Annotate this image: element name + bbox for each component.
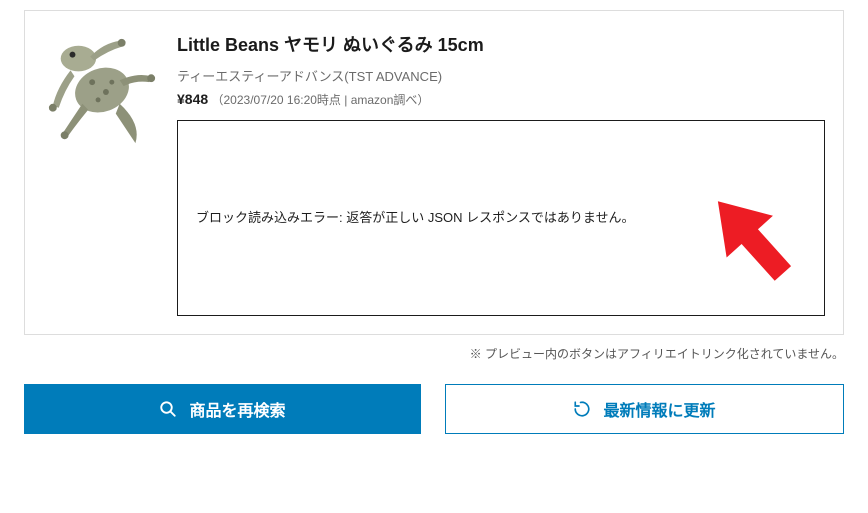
button-row: 商品を再検索 最新情報に更新 [24, 384, 844, 434]
product-image [43, 33, 161, 151]
product-body: Little Beans ヤモリ ぬいぐるみ 15cm ティーエスティーアドバン… [177, 33, 825, 316]
product-card: Little Beans ヤモリ ぬいぐるみ 15cm ティーエスティーアドバン… [24, 10, 844, 335]
price-row: ¥848 （2023/07/20 16:20時点 | amazon調べ） [177, 91, 825, 108]
error-message: ブロック読み込みエラー: 返答が正しい JSON レスポンスではありません。 [196, 206, 634, 229]
refresh-icon [573, 400, 591, 418]
price-value: 848 [185, 91, 208, 107]
product-brand: ティーエスティーアドバンス(TST ADVANCE) [177, 66, 825, 85]
product-title: Little Beans ヤモリ ぬいぐるみ 15cm [177, 33, 825, 58]
price-meta: （2023/07/20 16:20時点 | amazon調べ） [212, 93, 430, 107]
error-box: ブロック読み込みエラー: 返答が正しい JSON レスポンスではありません。 [177, 120, 825, 316]
refresh-button[interactable]: 最新情報に更新 [445, 384, 844, 434]
research-button-label: 商品を再検索 [189, 397, 285, 421]
preview-note: ※ プレビュー内のボタンはアフィリエイトリンク化されていません。 [24, 345, 844, 362]
price-currency: ¥ [177, 91, 185, 107]
gecko-plush-image [43, 33, 161, 151]
pointer-arrow-icon [696, 183, 806, 293]
research-button[interactable]: 商品を再検索 [24, 384, 421, 434]
search-icon [159, 400, 177, 418]
refresh-button-label: 最新情報に更新 [603, 397, 715, 421]
